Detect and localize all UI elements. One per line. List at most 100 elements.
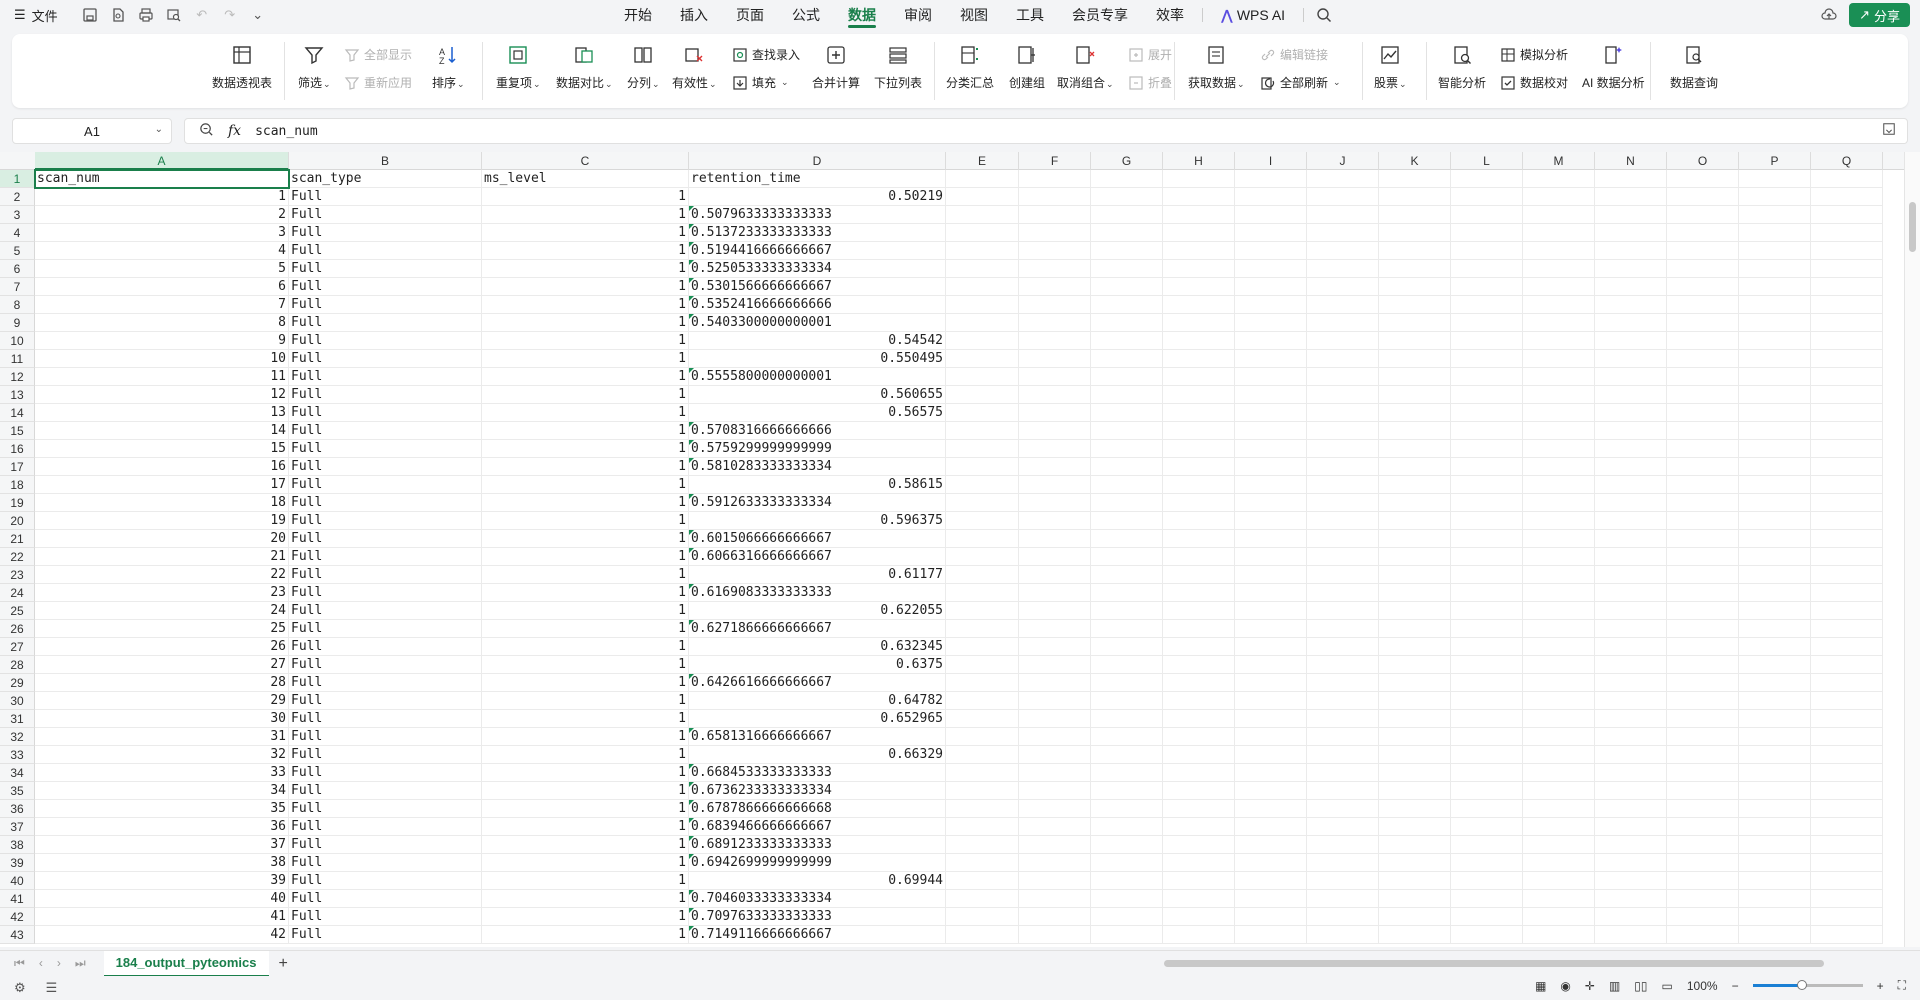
- cell[interactable]: [1163, 836, 1235, 854]
- cell[interactable]: [1667, 872, 1739, 890]
- cell[interactable]: [1667, 458, 1739, 476]
- filter-button[interactable]: 筛选⌄: [298, 34, 331, 91]
- cell[interactable]: [1235, 584, 1307, 602]
- menu-member[interactable]: 会员专享: [1058, 0, 1142, 30]
- cell[interactable]: 0.5403300000000001: [689, 314, 946, 332]
- zoom-slider-knob[interactable]: [1797, 980, 1808, 990]
- cell[interactable]: [1307, 260, 1379, 278]
- cell[interactable]: [1667, 674, 1739, 692]
- cell[interactable]: [1595, 728, 1667, 746]
- cell[interactable]: [1595, 188, 1667, 206]
- cell[interactable]: [1595, 296, 1667, 314]
- cell[interactable]: 0.69944: [689, 872, 946, 890]
- cell[interactable]: Full: [289, 872, 482, 890]
- cell[interactable]: [1307, 638, 1379, 656]
- cell[interactable]: [946, 728, 1019, 746]
- cell[interactable]: 4: [35, 242, 289, 260]
- row-header[interactable]: 40: [0, 872, 35, 890]
- cell[interactable]: [1523, 908, 1595, 926]
- cell[interactable]: [1739, 188, 1811, 206]
- cell[interactable]: [1451, 764, 1523, 782]
- row-header[interactable]: 10: [0, 332, 35, 350]
- cell[interactable]: [1451, 458, 1523, 476]
- cell[interactable]: [1523, 404, 1595, 422]
- cell[interactable]: [1667, 404, 1739, 422]
- cell[interactable]: [1595, 872, 1667, 890]
- cell[interactable]: [1019, 512, 1091, 530]
- cell[interactable]: [946, 782, 1019, 800]
- cell[interactable]: [1091, 530, 1163, 548]
- row-header[interactable]: 20: [0, 512, 35, 530]
- cell[interactable]: [1091, 224, 1163, 242]
- cell[interactable]: 1: [482, 332, 689, 350]
- cell[interactable]: [1379, 314, 1451, 332]
- cell[interactable]: [1811, 188, 1883, 206]
- cell[interactable]: 14: [35, 422, 289, 440]
- cell[interactable]: [1163, 656, 1235, 674]
- cell[interactable]: [1451, 404, 1523, 422]
- cell[interactable]: 29: [35, 692, 289, 710]
- cell[interactable]: scan_num: [35, 170, 289, 188]
- cell[interactable]: [1523, 494, 1595, 512]
- cell[interactable]: [1523, 314, 1595, 332]
- column-header-g[interactable]: G: [1091, 152, 1163, 170]
- cell[interactable]: [1451, 548, 1523, 566]
- cell[interactable]: [1739, 782, 1811, 800]
- cell[interactable]: [946, 890, 1019, 908]
- cell[interactable]: 15: [35, 440, 289, 458]
- column-header-p[interactable]: P: [1739, 152, 1811, 170]
- cell[interactable]: [1235, 890, 1307, 908]
- cell[interactable]: [946, 458, 1019, 476]
- cell[interactable]: [1163, 548, 1235, 566]
- cell[interactable]: [1523, 242, 1595, 260]
- print-icon[interactable]: [136, 5, 156, 25]
- cell[interactable]: [1739, 800, 1811, 818]
- cell[interactable]: [1523, 656, 1595, 674]
- normal-view-icon[interactable]: ▥: [1609, 979, 1620, 993]
- cell[interactable]: [1235, 782, 1307, 800]
- cell[interactable]: [1451, 494, 1523, 512]
- cell[interactable]: [1163, 782, 1235, 800]
- row-header[interactable]: 8: [0, 296, 35, 314]
- cell[interactable]: 1: [482, 890, 689, 908]
- cell[interactable]: 1: [482, 476, 689, 494]
- cell[interactable]: [1451, 224, 1523, 242]
- cell[interactable]: [1667, 548, 1739, 566]
- column-header-c[interactable]: C: [482, 152, 689, 170]
- cell[interactable]: [1523, 854, 1595, 872]
- cell[interactable]: [1667, 602, 1739, 620]
- cell[interactable]: [1595, 404, 1667, 422]
- cell[interactable]: [1163, 188, 1235, 206]
- cell[interactable]: Full: [289, 494, 482, 512]
- export-pdf-icon[interactable]: [108, 5, 128, 25]
- cell[interactable]: [1739, 206, 1811, 224]
- cell[interactable]: [1595, 350, 1667, 368]
- cell[interactable]: 1: [482, 314, 689, 332]
- row-header[interactable]: 34: [0, 764, 35, 782]
- cell[interactable]: [1307, 170, 1379, 188]
- cell[interactable]: [1091, 422, 1163, 440]
- cell[interactable]: [1307, 674, 1379, 692]
- cell[interactable]: [1667, 440, 1739, 458]
- cell[interactable]: [1451, 530, 1523, 548]
- row-header[interactable]: 28: [0, 656, 35, 674]
- cell[interactable]: [1235, 512, 1307, 530]
- cell[interactable]: 1: [482, 242, 689, 260]
- cell[interactable]: [1523, 260, 1595, 278]
- cell[interactable]: [1667, 566, 1739, 584]
- cell[interactable]: 1: [482, 836, 689, 854]
- cell[interactable]: [1163, 422, 1235, 440]
- show-all-button[interactable]: 全部显示: [344, 46, 412, 63]
- cell[interactable]: 1: [482, 710, 689, 728]
- cell[interactable]: [1811, 530, 1883, 548]
- cell[interactable]: [1739, 710, 1811, 728]
- cell[interactable]: [1739, 854, 1811, 872]
- cell[interactable]: Full: [289, 818, 482, 836]
- column-header-a[interactable]: A: [35, 152, 289, 170]
- cell[interactable]: [946, 746, 1019, 764]
- cell[interactable]: [1307, 746, 1379, 764]
- cell[interactable]: [1091, 314, 1163, 332]
- data-query-button[interactable]: 数据查询: [1670, 34, 1718, 91]
- subtotal-button[interactable]: 分类汇总: [946, 34, 994, 91]
- cell[interactable]: [1307, 710, 1379, 728]
